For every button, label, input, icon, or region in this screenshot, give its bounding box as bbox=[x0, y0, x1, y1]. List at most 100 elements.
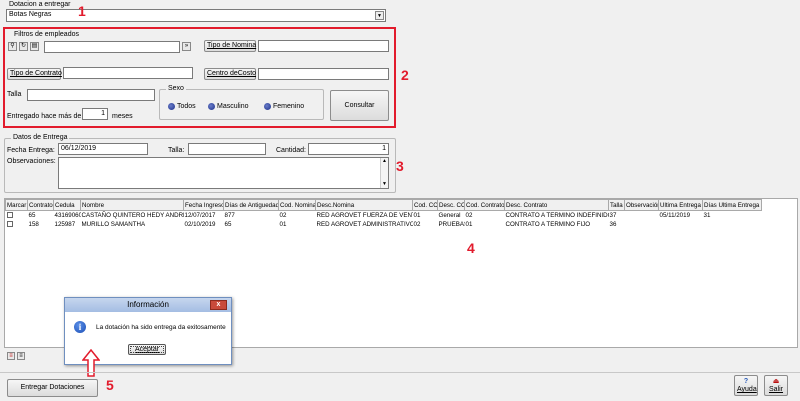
consultar-button[interactable]: Consultar bbox=[330, 90, 389, 121]
list-icon[interactable]: ≡ bbox=[17, 352, 25, 360]
talla-entrega-label: Talla: bbox=[168, 147, 185, 154]
radio-todos[interactable] bbox=[168, 103, 175, 110]
fecha-entrega-label: Fecha Entrega: bbox=[7, 147, 55, 154]
table-cell: RED AGROVET ADMINISTRATIVOS bbox=[316, 220, 413, 228]
marcar-checkbox-cell[interactable] bbox=[6, 211, 28, 220]
table-row[interactable]: 158 125987 MURILLO SAMANTHA 02/10/2019 65 01 R… bbox=[6, 220, 762, 229]
grid-column-header[interactable]: Días de Antiguedad bbox=[223, 199, 279, 211]
table-cell: General bbox=[438, 211, 461, 219]
cantidad-input[interactable]: 1 bbox=[308, 143, 389, 155]
close-icon[interactable]: x bbox=[210, 300, 227, 310]
observaciones-scrollbar[interactable]: ▲ ▼ bbox=[380, 158, 388, 188]
table-cell: 65 bbox=[28, 211, 36, 219]
centro-costo-input[interactable] bbox=[258, 68, 389, 80]
annotation-3: 3 bbox=[396, 158, 404, 174]
filtros-title: Filtros de empleados bbox=[12, 31, 81, 38]
table-cell: 158 bbox=[28, 220, 39, 228]
tipo-nomina-button[interactable]: Tipo de Nomina bbox=[204, 40, 256, 52]
table-cell bbox=[659, 220, 703, 229]
grid-column-header[interactable]: Días Ultima Entrega bbox=[702, 199, 762, 211]
table-cell: 36 bbox=[609, 220, 617, 228]
clear-icon[interactable]: ▤ bbox=[30, 42, 39, 51]
table-cell: 05/11/2019 bbox=[659, 211, 691, 219]
marcar-checkbox-cell[interactable] bbox=[6, 220, 28, 229]
table-row[interactable]: 65 43169060 CASTAÑO QUINTERO HEDY ANDREA 12… bbox=[6, 211, 762, 220]
table-cell bbox=[625, 211, 659, 220]
entregado-input[interactable]: 1 bbox=[82, 108, 108, 120]
table-cell: CASTAÑO QUINTERO HEDY ANDREA bbox=[81, 211, 184, 219]
annotation-5: 5 bbox=[106, 377, 114, 393]
ayuda-button[interactable]: ? Ayuda bbox=[734, 375, 758, 396]
table-cell: 125987 bbox=[54, 220, 76, 228]
table-cell: MURILLO SAMANTHA bbox=[81, 220, 146, 228]
annotation-4: 4 bbox=[467, 240, 475, 256]
scroll-down-icon[interactable]: ▼ bbox=[381, 181, 388, 188]
table-cell: 12/07/2017 bbox=[184, 211, 216, 219]
chevron-down-icon[interactable]: ▼ bbox=[375, 11, 384, 20]
grid-column-header[interactable]: Cod. CC bbox=[412, 199, 438, 211]
empleados-grid: Marcar Contrato Cedula Nombre Fecha Ingreso D… bbox=[5, 199, 762, 229]
talla-input[interactable] bbox=[27, 89, 155, 101]
meses-label: meses bbox=[112, 113, 133, 120]
table-cell: 02/10/2019 bbox=[184, 220, 216, 228]
table-cell: 02 bbox=[413, 220, 421, 228]
radio-masculino[interactable] bbox=[208, 103, 215, 110]
dotacion-select[interactable]: Botas Negras ▼ bbox=[6, 9, 386, 22]
radio-femenino[interactable] bbox=[264, 103, 271, 110]
dotacion-label: Dotacion a entregar bbox=[9, 1, 71, 8]
grid-column-header[interactable]: Ultima Entrega bbox=[658, 199, 703, 211]
radio-masculino-label: Masculino bbox=[217, 103, 249, 110]
aceptar-button[interactable]: Aceptar bbox=[128, 344, 166, 355]
aceptar-label: Aceptar bbox=[134, 346, 160, 353]
observaciones-label: Observaciones: bbox=[7, 158, 56, 165]
observaciones-textarea[interactable] bbox=[58, 157, 389, 189]
table-cell: RED AGROVET FUERZA DE VENTAS bbox=[316, 211, 413, 219]
help-icon: ? bbox=[743, 378, 749, 385]
dialog-title: Información bbox=[127, 300, 169, 309]
grid-header-row: Marcar Contrato Cedula Nombre Fecha Ingreso D… bbox=[5, 199, 762, 211]
radio-femenino-label: Femenino bbox=[273, 103, 305, 110]
tipo-contrato-input[interactable] bbox=[63, 67, 193, 79]
dialog-title-bar: Información x bbox=[65, 298, 231, 312]
salir-label: Salir bbox=[768, 386, 783, 393]
marcar-checkbox[interactable] bbox=[6, 212, 13, 219]
grid-column-header[interactable]: Observación bbox=[624, 199, 659, 211]
grid-column-header[interactable]: Desc. Contrato bbox=[504, 199, 609, 211]
grid-column-header[interactable]: Desc. CC bbox=[437, 199, 465, 211]
chevron-double-icon[interactable]: » bbox=[182, 42, 191, 51]
grid-column-header[interactable]: Contrato bbox=[27, 199, 54, 211]
talla-entrega-input[interactable] bbox=[188, 143, 266, 155]
table-cell: 01 bbox=[279, 220, 287, 228]
marcar-checkbox[interactable] bbox=[6, 220, 13, 227]
exit-icon: ⏏ bbox=[772, 378, 780, 385]
grid-column-header[interactable]: Cedula bbox=[53, 199, 81, 211]
empleado-input[interactable] bbox=[44, 41, 180, 53]
salir-button[interactable]: ⏏ Salir bbox=[764, 375, 788, 396]
tipo-contrato-button[interactable]: Tipo de Contrato bbox=[7, 68, 62, 80]
datos-entrega-title: Datos de Entrega bbox=[11, 134, 70, 141]
refresh-icon[interactable]: ↻ bbox=[19, 42, 28, 51]
radio-todos-label: Todos bbox=[177, 103, 196, 110]
grid-column-header[interactable]: Desc.Nomina bbox=[315, 199, 413, 211]
dialog-message: La dotación ha sido entrega da exitosame… bbox=[96, 324, 226, 331]
tipo-nomina-label: Tipo de Nomina bbox=[207, 42, 257, 49]
table-cell: 02 bbox=[465, 211, 473, 219]
grid-column-header[interactable]: Cod. Contrato bbox=[464, 199, 505, 211]
search-icon[interactable]: ⚲ bbox=[8, 42, 17, 51]
grid-column-header[interactable]: Fecha Ingreso bbox=[183, 199, 224, 211]
grid-column-header[interactable]: Marcar bbox=[5, 199, 28, 211]
export-icon[interactable]: ≡ bbox=[7, 352, 15, 360]
centro-costo-button[interactable]: Centro deCosto bbox=[204, 68, 256, 80]
centro-costo-label: Centro deCosto bbox=[207, 70, 257, 77]
table-cell bbox=[703, 220, 762, 229]
grid-column-header[interactable]: Cod. Nomina bbox=[278, 199, 316, 211]
grid-column-header[interactable]: Nombre bbox=[80, 199, 184, 211]
tipo-nomina-input[interactable] bbox=[258, 40, 389, 52]
entregar-dotaciones-button[interactable]: Entregar Dotaciones bbox=[7, 379, 98, 397]
footer-divider bbox=[0, 372, 800, 373]
table-cell bbox=[625, 220, 659, 229]
scroll-up-icon[interactable]: ▲ bbox=[381, 158, 388, 165]
table-cell: 31 bbox=[703, 211, 711, 219]
grid-column-header[interactable]: Talla bbox=[608, 199, 625, 211]
fecha-entrega-input[interactable]: 06/12/2019 bbox=[58, 143, 148, 155]
